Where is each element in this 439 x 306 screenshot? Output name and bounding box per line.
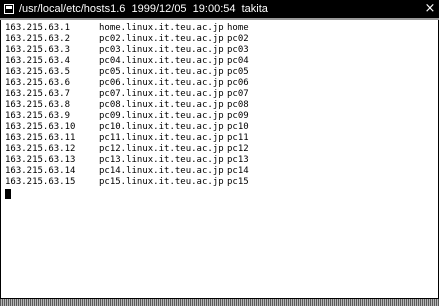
host-fqdn: pc09.linux.it.teu.ac.jp — [99, 111, 224, 121]
host-ip: 163.215.63.5 — [5, 67, 71, 77]
host-ip: 163.215.63.2 — [5, 34, 71, 44]
host-name: pc05 — [227, 67, 249, 77]
host-ip: 163.215.63.9 — [5, 111, 71, 121]
host-fqdn: pc14.linux.it.teu.ac.jp — [99, 166, 224, 176]
window-menu-icon[interactable] — [4, 4, 14, 14]
host-ip: 163.215.63.7 — [5, 89, 71, 99]
host-name: pc02 — [227, 34, 249, 44]
host-ip: 163.215.63.14 — [5, 166, 76, 176]
host-ip: 163.215.63.12 — [5, 144, 76, 154]
host-fqdn: pc02.linux.it.teu.ac.jp — [99, 34, 224, 44]
close-icon[interactable]: × — [423, 2, 437, 16]
host-fqdn: pc04.linux.it.teu.ac.jp — [99, 56, 224, 66]
host-fqdn: pc15.linux.it.teu.ac.jp — [99, 177, 224, 187]
host-name: pc12 — [227, 144, 249, 154]
host-name: pc13 — [227, 155, 249, 165]
host-ip: 163.215.63.1 — [5, 23, 71, 33]
host-ip: 163.215.63.13 — [5, 155, 76, 165]
host-name: pc09 — [227, 111, 249, 121]
host-fqdn: pc13.linux.it.teu.ac.jp — [99, 155, 224, 165]
host-fqdn: home.linux.it.teu.ac.jp — [99, 23, 224, 33]
host-name: pc10 — [227, 122, 249, 132]
host-ip: 163.215.63.3 — [5, 45, 71, 55]
host-fqdn: pc08.linux.it.teu.ac.jp — [99, 100, 224, 110]
host-ip: 163.215.63.15 — [5, 177, 76, 187]
host-name: pc07 — [227, 89, 249, 99]
host-fqdn: pc03.linux.it.teu.ac.jp — [99, 45, 224, 55]
host-ip: 163.215.63.8 — [5, 100, 71, 110]
host-name: pc04 — [227, 56, 249, 66]
host-fqdn: pc07.linux.it.teu.ac.jp — [99, 89, 224, 99]
window-title: /usr/local/etc/hosts1.6 1999/12/05 19:00… — [19, 3, 268, 15]
host-name: pc03 — [227, 45, 249, 55]
host-fqdn: pc06.linux.it.teu.ac.jp — [99, 78, 224, 88]
host-name: pc15 — [227, 177, 249, 187]
title-bar[interactable]: /usr/local/etc/hosts1.6 1999/12/05 19:00… — [0, 0, 439, 20]
host-name: pc11 — [227, 133, 249, 143]
host-ip: 163.215.63.4 — [5, 56, 71, 66]
status-bar — [0, 298, 439, 306]
host-fqdn: pc12.linux.it.teu.ac.jp — [99, 144, 224, 154]
editor-window: /usr/local/etc/hosts1.6 1999/12/05 19:00… — [0, 0, 439, 306]
text-area[interactable]: 163.215.63.1 home.linux.it.teu.ac.jp home 1… — [0, 20, 439, 298]
host-name: pc06 — [227, 78, 249, 88]
host-fqdn: pc10.linux.it.teu.ac.jp — [99, 122, 224, 132]
host-name: home — [227, 23, 249, 33]
host-ip: 163.215.63.10 — [5, 122, 76, 132]
host-fqdn: pc05.linux.it.teu.ac.jp — [99, 67, 224, 77]
host-fqdn: pc11.linux.it.teu.ac.jp — [99, 133, 224, 143]
host-ip: 163.215.63.11 — [5, 133, 76, 143]
host-ip: 163.215.63.6 — [5, 78, 71, 88]
host-name: pc14 — [227, 166, 249, 176]
host-name: pc08 — [227, 100, 249, 110]
text-cursor — [5, 189, 11, 199]
